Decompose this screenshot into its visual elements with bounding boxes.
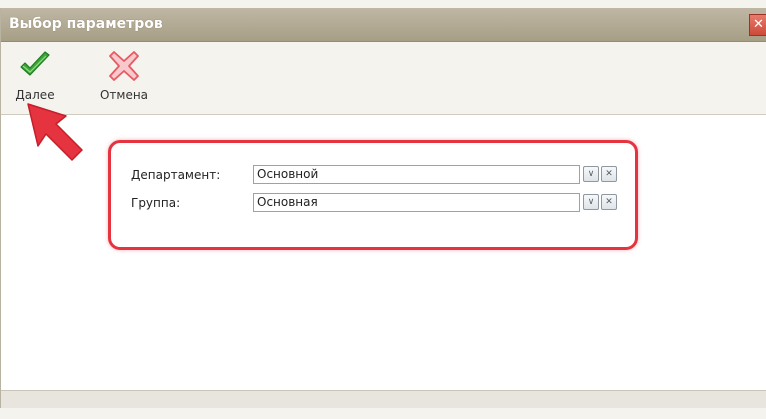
close-button[interactable]: ✕	[749, 14, 766, 36]
department-label: Департамент:	[131, 168, 221, 182]
status-bar	[1, 390, 766, 409]
toolbar: Далее Отмена	[1, 42, 766, 115]
department-field[interactable]: Основной	[253, 165, 580, 184]
cancel-button-label: Отмена	[99, 88, 149, 102]
group-label: Группа:	[131, 196, 181, 210]
form-panel: Департамент: Основной ∨ ✕ Группа: Основн…	[1, 115, 766, 390]
department-dropdown-button[interactable]: ∨	[583, 166, 599, 182]
bottom-strip	[0, 408, 766, 419]
red-arrow-pointer-icon	[27, 103, 83, 161]
window-title: Выбор параметров	[9, 16, 163, 32]
department-clear-button[interactable]: ✕	[601, 166, 617, 182]
check-icon	[20, 51, 50, 76]
dialog-window: Выбор параметров ✕ Далее Отмена Департам…	[0, 8, 766, 409]
group-dropdown-button[interactable]: ∨	[583, 194, 599, 210]
next-button[interactable]: Далее	[13, 48, 57, 102]
cancel-button[interactable]: Отмена	[89, 48, 159, 102]
group-clear-button[interactable]: ✕	[601, 194, 617, 210]
cross-icon	[109, 51, 139, 81]
title-bar: Выбор параметров ✕	[1, 8, 766, 42]
group-field[interactable]: Основная	[253, 193, 580, 212]
next-button-label: Далее	[15, 88, 55, 102]
